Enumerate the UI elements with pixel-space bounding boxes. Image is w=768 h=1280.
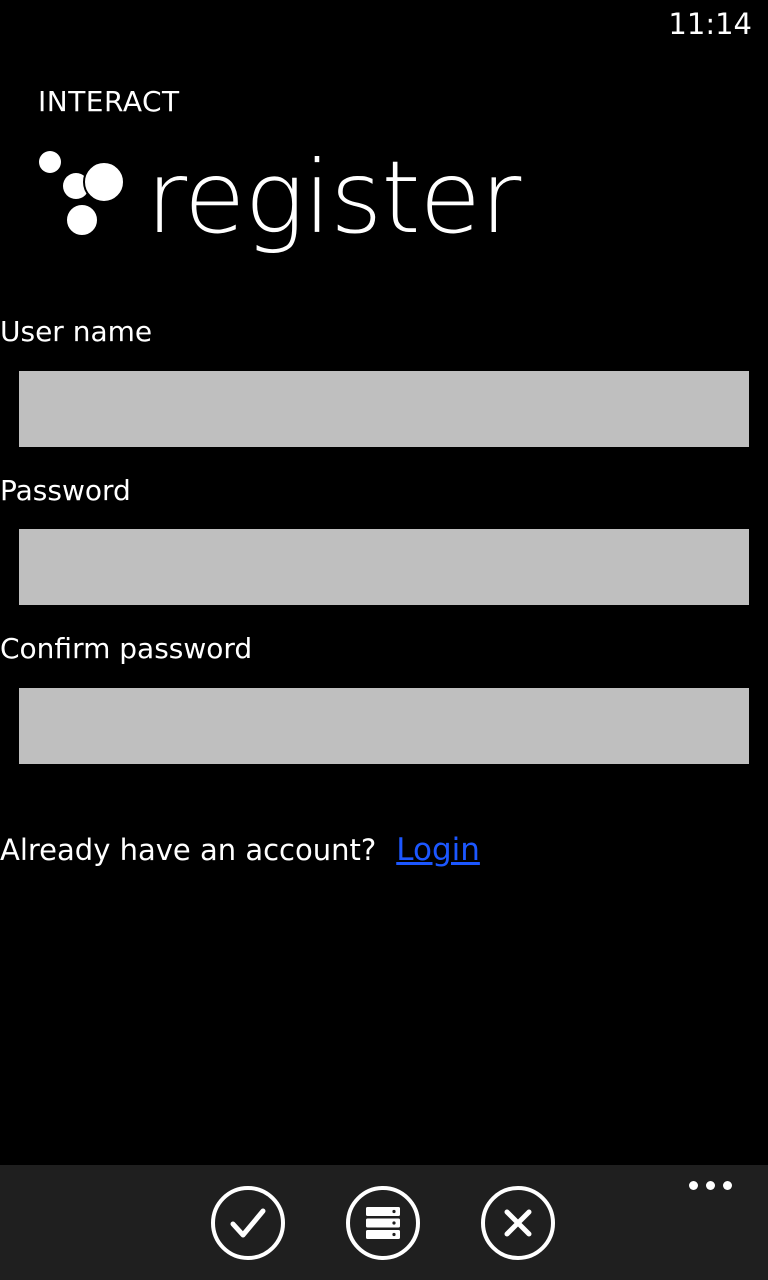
username-input[interactable] (19, 371, 749, 447)
status-time: 11:14 (668, 7, 752, 41)
confirm-password-label: Confirm password (0, 632, 253, 665)
app-bar (0, 1165, 768, 1280)
server-icon[interactable] (345, 1185, 421, 1261)
confirm-password-input[interactable] (19, 688, 749, 764)
account-prompt: Already have an account? Login (0, 830, 480, 870)
check-icon[interactable] (210, 1185, 286, 1261)
ellipsis-icon[interactable] (689, 1181, 732, 1190)
password-label: Password (0, 474, 131, 507)
page-title: register (146, 139, 521, 256)
close-icon[interactable] (480, 1185, 556, 1261)
username-label: User name (0, 315, 153, 348)
app-title: INTERACT (38, 85, 180, 118)
login-link[interactable]: Login (396, 832, 480, 868)
account-prompt-text: Already have an account? (0, 833, 377, 867)
bubbles-logo-icon (39, 151, 125, 237)
password-input[interactable] (19, 529, 749, 605)
